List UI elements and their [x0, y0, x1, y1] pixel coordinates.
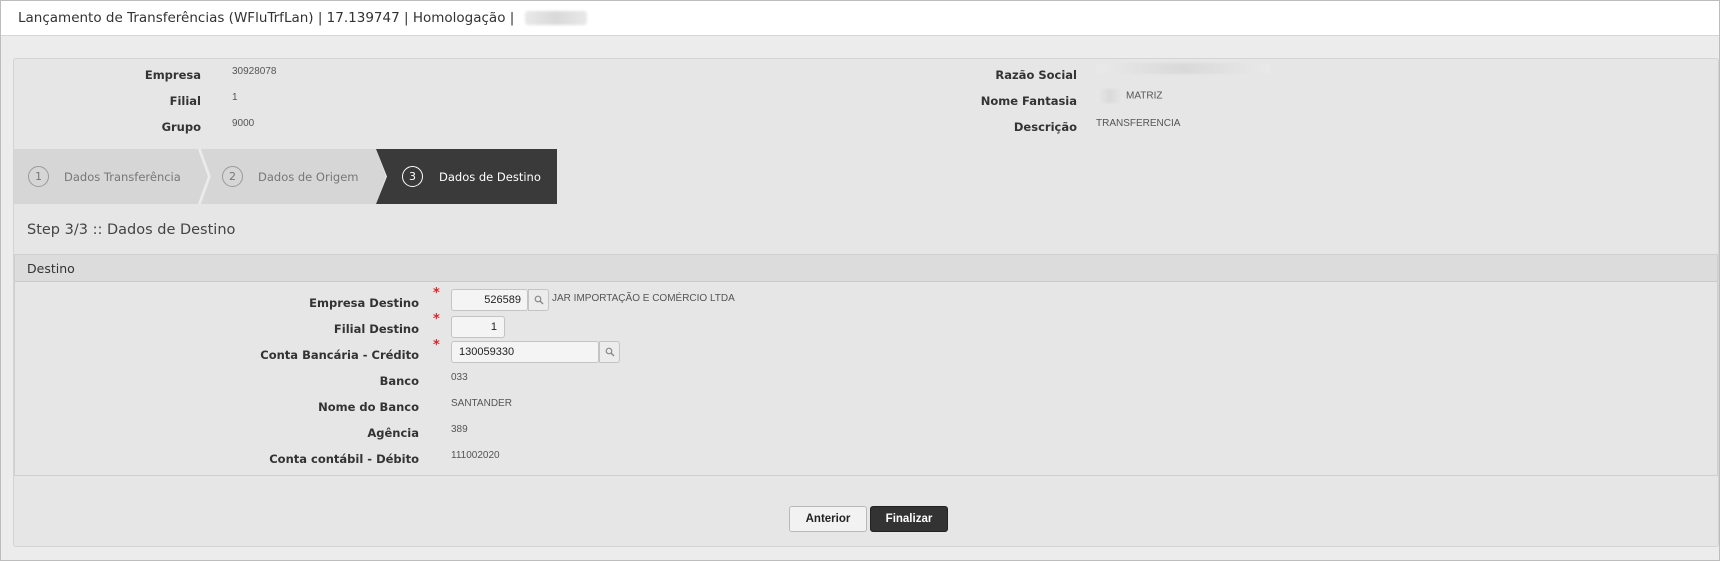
- empresa-destino-value: 526589: [484, 294, 521, 306]
- destino-section-title: Destino: [27, 261, 75, 276]
- grupo-label: Grupo: [161, 120, 201, 134]
- filial-destino-input[interactable]: 1: [451, 316, 505, 338]
- filial-destino-label: Filial Destino: [333, 322, 419, 336]
- empresa-destino-input[interactable]: 526589: [451, 289, 549, 311]
- anterior-button[interactable]: Anterior: [789, 506, 867, 532]
- conta-bancaria-required: *: [433, 338, 440, 353]
- destino-section: Destino Empresa Destino * 526589 JAR IMP…: [14, 254, 1718, 476]
- nome-banco-label: Nome do Banco: [318, 400, 419, 414]
- search-icon: [534, 295, 543, 305]
- wizard-step-2[interactable]: 2 Dados de Origem: [222, 149, 358, 204]
- nome-fantasia-value: MATRIZ: [1096, 89, 1162, 103]
- nome-fantasia-text: MATRIZ: [1126, 90, 1163, 102]
- finalizar-button[interactable]: Finalizar: [870, 506, 948, 532]
- descricao-label: Descrição: [1013, 120, 1077, 134]
- app-window: Lançamento de Transferências (WFluTrfLan…: [0, 0, 1720, 561]
- conta-bancaria-label: Conta Bancária - Crédito: [260, 348, 419, 362]
- conta-bancaria-search-button[interactable]: [599, 341, 620, 363]
- empresa-destino-label: Empresa Destino: [309, 296, 419, 310]
- empresa-destino-required: *: [433, 286, 440, 301]
- empresa-destino-description: JAR IMPORTAÇÃO E COMÉRCIO LTDA: [552, 293, 735, 304]
- nome-fantasia-label: Nome Fantasia: [980, 94, 1077, 108]
- destino-section-header: Destino: [15, 255, 1717, 282]
- step-2-label: Dados de Origem: [258, 169, 359, 184]
- razao-social-value-redacted: [1096, 63, 1270, 74]
- conta-contabil-value: 111002020: [451, 450, 500, 461]
- conta-contabil-label: Conta contábil - Débito: [269, 452, 419, 466]
- filial-value: 1: [232, 92, 238, 103]
- grupo-value: 9000: [232, 118, 255, 129]
- search-icon: [605, 347, 614, 357]
- redacted-environment: [524, 11, 587, 25]
- wizard-steps: 1 Dados Transferência 2 Dados de Origem …: [14, 149, 557, 204]
- window-title: Lançamento de Transferências (WFluTrfLan…: [18, 10, 587, 26]
- filial-destino-value: 1: [490, 321, 497, 333]
- window-title-text: Lançamento de Transferências (WFluTrfLan…: [18, 10, 515, 26]
- step-2-number: 2: [222, 166, 243, 187]
- banco-label: Banco: [379, 374, 419, 388]
- step-1-number: 1: [28, 166, 49, 187]
- filial-destino-required: *: [433, 312, 440, 327]
- step-1-label: Dados Transferência: [64, 169, 181, 184]
- empresa-destino-search-button[interactable]: [528, 289, 549, 311]
- filial-label: Filial: [169, 94, 201, 108]
- agencia-label: Agência: [367, 426, 419, 440]
- wizard-step-1[interactable]: 1 Dados Transferência: [28, 149, 181, 204]
- agencia-value: 389: [451, 424, 468, 435]
- conta-bancaria-input[interactable]: 130059330: [451, 341, 620, 363]
- step-heading: Step 3/3 :: Dados de Destino: [27, 222, 236, 238]
- wizard-step-3[interactable]: 3 Dados de Destino: [402, 149, 541, 204]
- razao-social-label: Razão Social: [995, 68, 1077, 82]
- step-3-label: Dados de Destino: [439, 169, 541, 184]
- conta-bancaria-value: 130059330: [459, 346, 515, 358]
- step-3-number: 3: [402, 166, 423, 187]
- title-bar: Lançamento de Transferências (WFluTrfLan…: [1, 1, 1719, 36]
- banco-value: 033: [451, 372, 468, 383]
- descricao-value: TRANSFERENCIA: [1096, 118, 1181, 129]
- nome-banco-value: SANTANDER: [451, 398, 512, 409]
- empresa-value: 30928078: [232, 66, 277, 77]
- empresa-label: Empresa: [144, 68, 201, 82]
